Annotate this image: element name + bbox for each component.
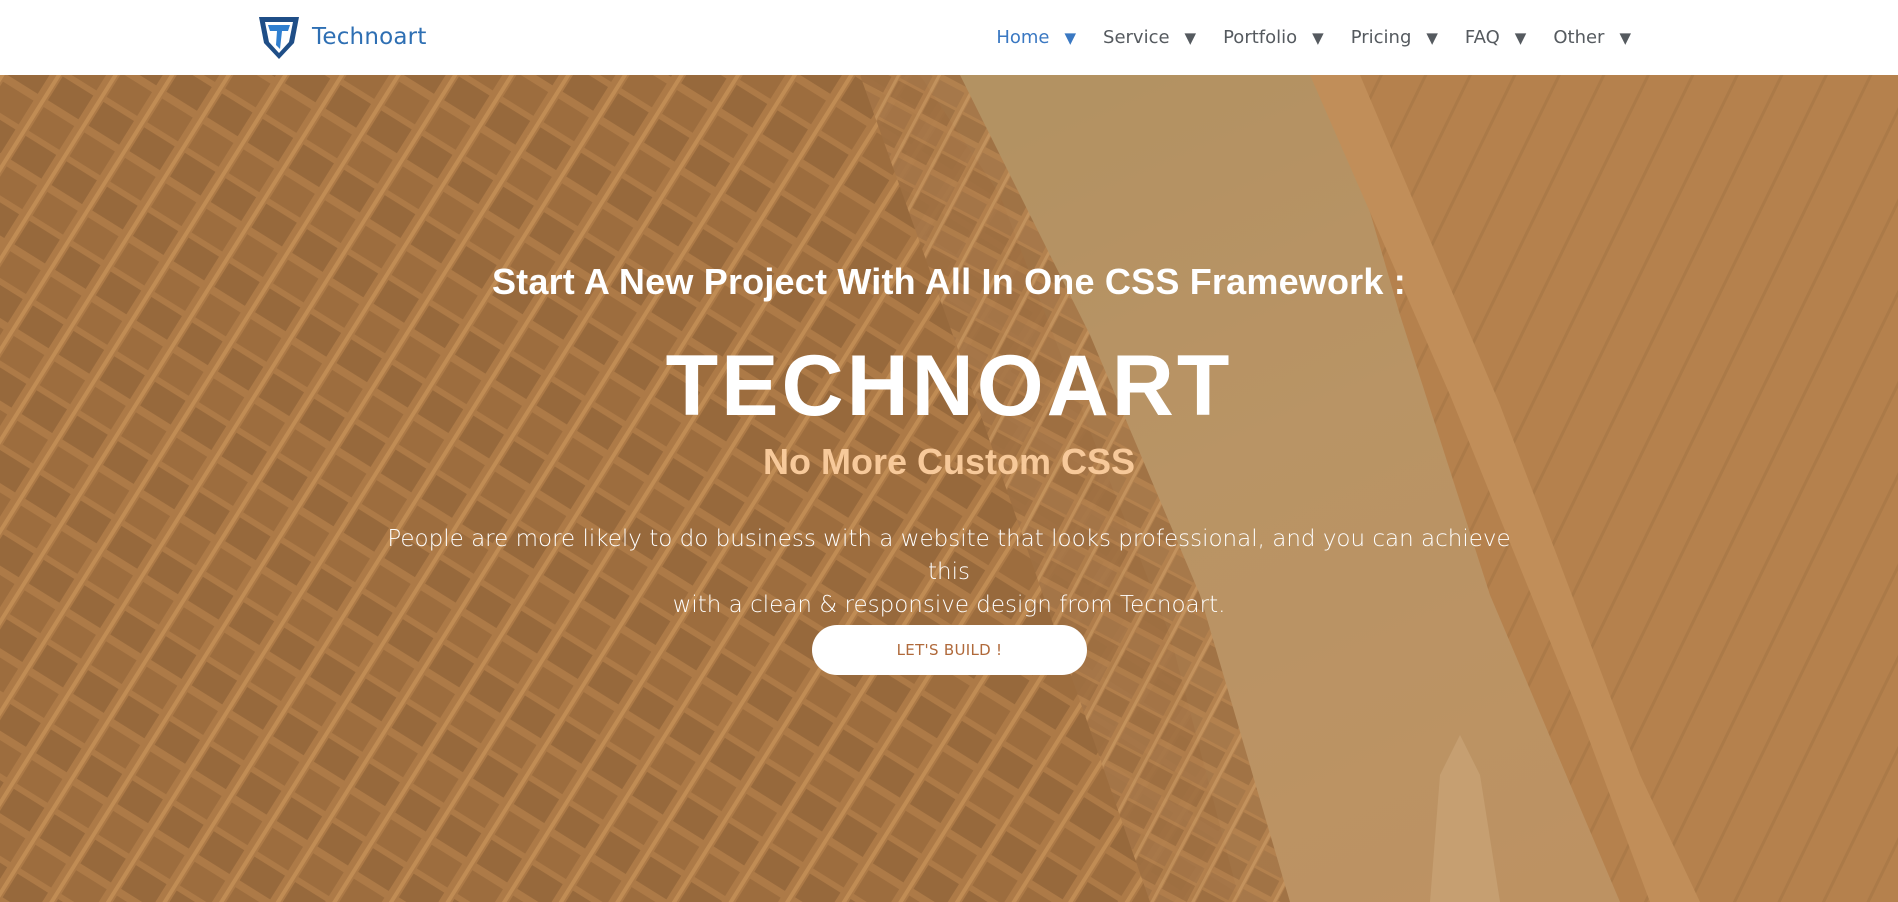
nav-item-label: Home <box>996 27 1050 48</box>
nav-item-faq[interactable]: FAQ ▼ <box>1465 27 1526 48</box>
caret-down-icon[interactable]: ▼ <box>1515 29 1527 47</box>
caret-down-icon[interactable]: ▼ <box>1064 29 1076 47</box>
hero-pretitle: Start A New Project With All In One CSS … <box>491 261 1407 302</box>
lets-build-button[interactable]: LET'S BUILD ! <box>812 625 1087 675</box>
nav-item-label: Service <box>1103 27 1170 48</box>
technoart-shield-logo-icon <box>259 17 299 59</box>
nav-item-portfolio[interactable]: Portfolio ▼ <box>1223 27 1324 48</box>
nav-item-label: Other <box>1553 27 1605 48</box>
hero-description: People are more likely to do business wi… <box>370 523 1528 622</box>
hero-section: Start A New Project With All In One CSS … <box>0 75 1898 902</box>
caret-down-icon[interactable]: ▼ <box>1312 29 1324 47</box>
nav-item-label: FAQ <box>1464 27 1500 48</box>
nav-item-service[interactable]: Service ▼ <box>1103 27 1196 48</box>
caret-down-icon[interactable]: ▼ <box>1185 29 1197 47</box>
hero-description-line-1: People are more likely to do business wi… <box>387 526 1511 585</box>
hero-description-line-2: with a clean & responsive design from Te… <box>672 592 1226 618</box>
hero-title: TECHNOART <box>665 338 1233 434</box>
nav-item-label: Portfolio <box>1223 27 1298 48</box>
nav-item-label: Pricing <box>1350 27 1412 48</box>
nav-item-other[interactable]: Other ▼ <box>1553 27 1631 48</box>
hero-tagline: No More Custom CSS <box>762 441 1136 482</box>
nav-item-home[interactable]: Home ▼ <box>996 27 1076 48</box>
brand-link[interactable]: Technoart <box>256 13 427 61</box>
hero-content: Start A New Project With All In One CSS … <box>0 75 1898 902</box>
brand-name: Technoart <box>312 24 427 50</box>
caret-down-icon[interactable]: ▼ <box>1426 29 1438 47</box>
top-navbar: Technoart Home ▼ Service ▼ Portfolio ▼ P… <box>0 0 1898 75</box>
main-nav-menu: Home ▼ Service ▼ Portfolio ▼ Pricing ▼ F… <box>996 0 1631 75</box>
caret-down-icon[interactable]: ▼ <box>1619 29 1631 47</box>
nav-item-pricing[interactable]: Pricing ▼ <box>1351 27 1438 48</box>
